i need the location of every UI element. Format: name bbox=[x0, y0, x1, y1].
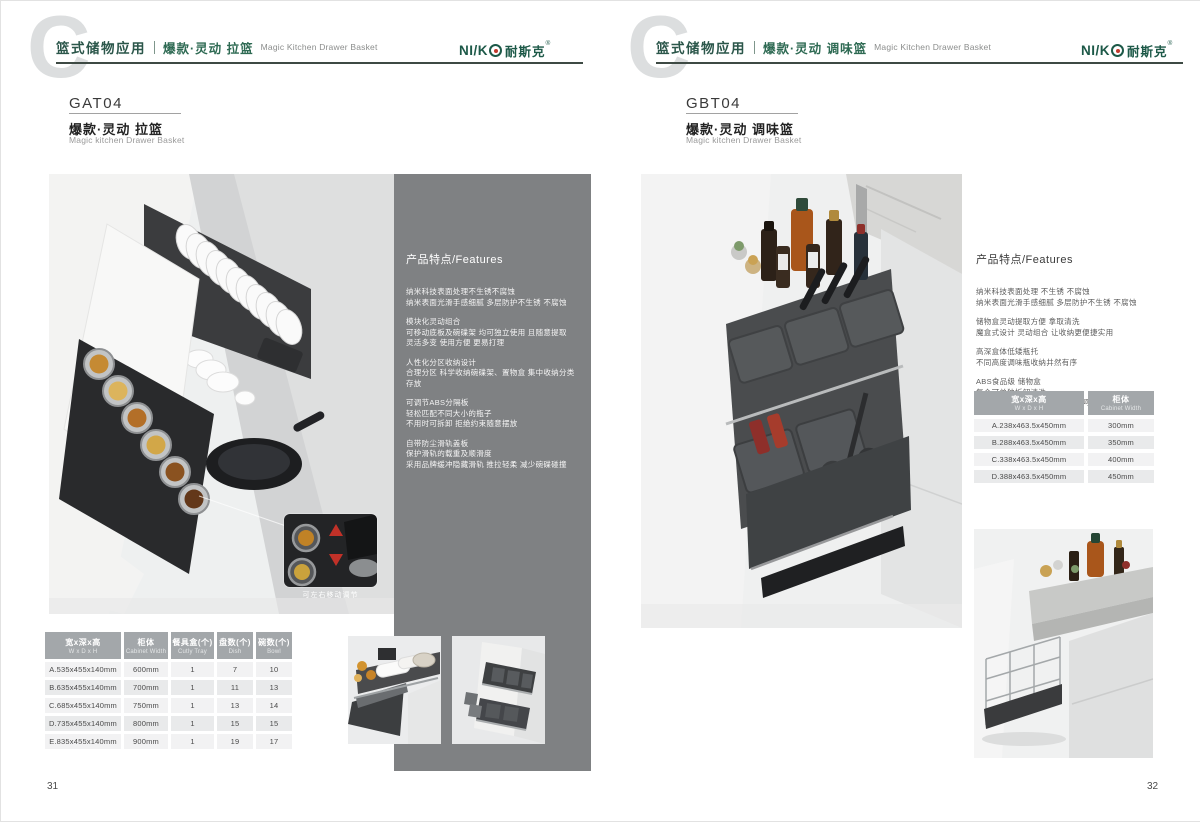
table-header-row: 宽x深x高W x D x H 柜体Cabinet Width 餐具盒(个)Cut… bbox=[45, 632, 292, 659]
thumb-illustration-2 bbox=[452, 636, 545, 744]
feature-group: 纳米科技表面处理 不生锈 不腐蚀 纳米表面光滑手感细腻 多层防护不生锈 不腐蚀 bbox=[976, 287, 1168, 308]
left-header-rule bbox=[56, 62, 583, 64]
left-product-code-rule bbox=[69, 113, 181, 114]
features-title: 产品特点/Features bbox=[976, 251, 1168, 267]
countertop-basket-illustration bbox=[974, 529, 1153, 758]
left-spec-table: 宽x深x高W x D x H 柜体Cabinet Width 餐具盒(个)Cut… bbox=[45, 632, 292, 752]
spice-basket-illustration bbox=[641, 174, 962, 628]
logo-cn-text: 耐斯克 bbox=[505, 41, 546, 60]
table-row: D.388x463.5x450mm 450mm bbox=[974, 470, 1154, 483]
table-row: A.238x463.5x450mm 300mm bbox=[974, 419, 1154, 432]
logo-target-icon bbox=[1111, 44, 1124, 57]
feature-group: 储物盒灵动提取方便 拿取清洗 魔盒式设计 灵动组合 让收纳更便捷实用 bbox=[976, 317, 1168, 338]
catalog-spread: C 篮式储物应用 爆款·灵动 拉篮 Magic Kitchen Drawer B… bbox=[0, 0, 1200, 822]
brand-logo-left: NI/K 耐斯克 ® bbox=[459, 41, 550, 60]
right-product-code: GBT04 bbox=[686, 95, 741, 112]
left-header-category: 篮式储物应用 bbox=[56, 37, 146, 57]
logo-latin-text: NI/K bbox=[459, 43, 488, 58]
header-divider bbox=[754, 41, 755, 54]
left-header-title-en: Magic Kitchen Drawer Basket bbox=[261, 42, 378, 52]
feature-group: 自带防尘滑轨盖板 保护滑轨的载重及顺滑度 采用品牌缓冲隐藏滑轨 推拉轻柔 减少碗… bbox=[406, 439, 581, 471]
registered-mark: ® bbox=[546, 40, 551, 47]
right-page-number: 32 bbox=[1147, 781, 1158, 792]
right-page-header: 篮式储物应用 爆款·灵动 调味篮 Magic Kitchen Drawer Ba… bbox=[656, 37, 991, 57]
right-header-title-en: Magic Kitchen Drawer Basket bbox=[874, 42, 991, 52]
table-header-row: 宽x深x高W x D x H 柜体Cabinet Width bbox=[974, 391, 1154, 415]
logo-latin-text: NI/K bbox=[1081, 43, 1110, 58]
feature-group: 高深盒体低矮瓶托 不同高度调味瓶收纳井然有序 bbox=[976, 347, 1168, 368]
table-row: B.635x455x140mm 700mm 1 11 13 bbox=[45, 680, 292, 695]
table-row: C.685x455x140mm 750mm 1 13 14 bbox=[45, 698, 292, 713]
inset-detail-illustration bbox=[284, 514, 377, 587]
header-divider bbox=[154, 41, 155, 54]
table-row: E.835x455x140mm 900mm 1 19 17 bbox=[45, 734, 292, 749]
feature-group: 纳米科技表面处理不生锈不腐蚀 纳米表面光滑手感细腻 多层防护不生锈 不腐蚀 bbox=[406, 287, 581, 308]
right-product-code-rule bbox=[686, 113, 798, 114]
features-title: 产品特点/Features bbox=[406, 251, 581, 267]
right-spec-table: 宽x深x高W x D x H 柜体Cabinet Width A.238x463… bbox=[974, 391, 1154, 487]
left-inset-caption: 可左右移动调节 bbox=[284, 590, 377, 600]
left-product-code: GAT04 bbox=[69, 95, 123, 112]
right-product-name-en: Magic kitchen Drawer Basket bbox=[686, 135, 801, 145]
right-header-rule bbox=[656, 62, 1183, 64]
table-row: B.288x463.5x450mm 350mm bbox=[974, 436, 1154, 449]
registered-mark: ® bbox=[1168, 40, 1173, 47]
left-thumb-photo-2 bbox=[452, 636, 545, 744]
left-page-number: 31 bbox=[47, 781, 58, 792]
left-thumb-photo-1 bbox=[348, 636, 441, 744]
left-page-header: 篮式储物应用 爆款·灵动 拉篮 Magic Kitchen Drawer Bas… bbox=[56, 37, 378, 57]
feature-group: 模块化灵动组合 可移动底板及碗碟架 均可独立使用 且随意提取 灵活多变 使用方便… bbox=[406, 317, 581, 349]
logo-cn-text: 耐斯克 bbox=[1127, 41, 1168, 60]
table-row: C.338x463.5x450mm 400mm bbox=[974, 453, 1154, 466]
table-row: D.735x455x140mm 800mm 1 15 15 bbox=[45, 716, 292, 731]
left-inset-photo bbox=[284, 514, 377, 587]
left-features: 产品特点/Features 纳米科技表面处理不生锈不腐蚀 纳米表面光滑手感细腻 … bbox=[406, 251, 581, 479]
logo-target-icon bbox=[489, 44, 502, 57]
thumb-illustration-1 bbox=[348, 636, 441, 744]
left-header-title-cn: 爆款·灵动 拉篮 bbox=[163, 38, 254, 57]
table-row: A.535x455x140mm 600mm 1 7 10 bbox=[45, 662, 292, 677]
left-product-name-en: Magic kitchen Drawer Basket bbox=[69, 135, 184, 145]
right-header-category: 篮式储物应用 bbox=[656, 37, 746, 57]
right-bottom-photo bbox=[974, 529, 1153, 758]
brand-logo-right: NI/K 耐斯克 ® bbox=[1081, 41, 1172, 60]
feature-group: 可调节ABS分隔板 轻松匹配不同大小的瓶子 不用时可拆卸 拒绝约束随意摆放 bbox=[406, 398, 581, 430]
feature-group: 人性化分区收纳设计 合理分区 科学收纳碗碟架、置物盒 集中收纳分类存放 bbox=[406, 358, 581, 390]
right-main-product-photo bbox=[641, 174, 962, 628]
right-header-title-cn: 爆款·灵动 调味篮 bbox=[763, 38, 867, 57]
